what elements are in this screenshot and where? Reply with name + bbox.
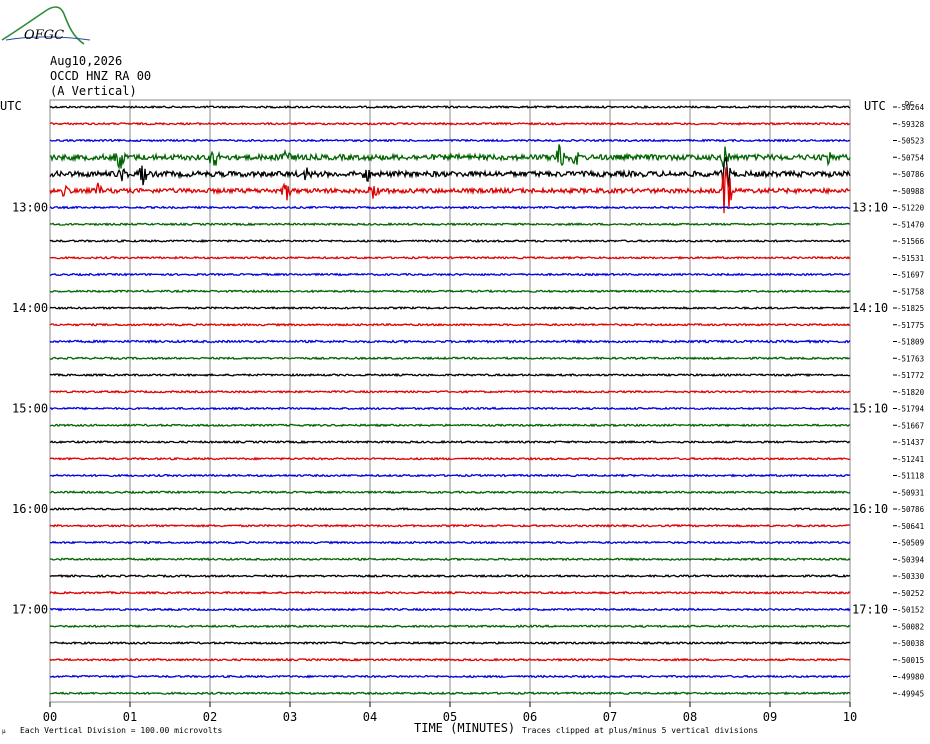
dc-offset-6: -51220 xyxy=(897,204,925,213)
x-tick-07: 07 xyxy=(603,710,617,724)
right-hour-label-0: 13:10 xyxy=(852,201,888,215)
header-date: Aug10,2026 xyxy=(50,54,122,68)
dc-offset-24: -50786 xyxy=(897,505,925,514)
x-tick-00: 00 xyxy=(43,710,57,724)
dc-offset-9: -51531 xyxy=(897,254,924,263)
trace-row-15 xyxy=(49,356,851,361)
header-component: (A Vertical) xyxy=(50,84,137,98)
dc-offset-34: -49980 xyxy=(897,673,925,682)
dc-offset-12: -51825 xyxy=(897,304,924,313)
dc-offset-25: -50641 xyxy=(897,522,924,531)
header-station: OCCD HNZ RA 00 xyxy=(50,69,151,83)
left-hour-labels: 13:00 14:00 15:00 16:00 17:00 xyxy=(12,201,48,617)
dc-offset-7: -51470 xyxy=(897,220,925,229)
right-hour-label-2: 15:10 xyxy=(852,402,888,416)
dc-offset-2: -50523 xyxy=(897,137,924,146)
dc-offset-26: -50509 xyxy=(897,539,924,548)
x-tick-03: 03 xyxy=(283,710,297,724)
dc-offset-14: -51809 xyxy=(897,338,924,347)
helicorder-chart: OFGC Aug10,2026 OCCD HNZ RA 00 (A Vertic… xyxy=(0,6,925,735)
ofgc-logo: OFGC xyxy=(1,6,91,45)
dc-offset-17: -51820 xyxy=(897,388,925,397)
dc-offset-10: -51697 xyxy=(897,271,924,280)
dc-offset-11: -51758 xyxy=(897,287,925,296)
dc-offset-30: -50152 xyxy=(897,606,924,615)
trace-row-8 xyxy=(49,238,851,244)
dc-offset-16: -51772 xyxy=(897,371,924,380)
left-hour-label-0: 13:00 xyxy=(12,201,48,215)
dc-offset-33: -50015 xyxy=(897,656,924,665)
trace-row-6 xyxy=(49,205,851,210)
dc-offset-20: -51437 xyxy=(897,438,924,447)
logo-text: OFGC xyxy=(24,28,64,43)
dc-offset-31: -50082 xyxy=(897,622,924,631)
dc-offset-3: -50754 xyxy=(897,153,925,162)
dc-offset-21: -51241 xyxy=(897,455,924,464)
dc-offset-5: -50988 xyxy=(897,187,925,196)
x-tick-09: 09 xyxy=(763,710,777,724)
x-tick-02: 02 xyxy=(203,710,217,724)
x-tick-10: 10 xyxy=(843,710,857,724)
right-hour-label-3: 16:10 xyxy=(852,502,888,516)
dc-offset-0: -50264 xyxy=(897,103,925,112)
dc-offset-1: -59328 xyxy=(897,120,925,129)
dc-offset-35: -49945 xyxy=(897,689,924,698)
right-hour-label-1: 14:10 xyxy=(852,301,888,315)
scale-note: Each Vertical Division = 100.00 microvol… xyxy=(20,726,222,735)
right-hour-label-4: 17:10 xyxy=(852,603,888,617)
dc-offset-8: -51566 xyxy=(897,237,925,246)
footer-small-mark: μ xyxy=(2,728,6,735)
left-hour-label-2: 15:00 xyxy=(12,402,48,416)
left-hour-label-3: 16:00 xyxy=(12,502,48,516)
right-hour-labels: 13:10 14:10 15:10 16:10 17:10 xyxy=(852,201,888,617)
x-tick-06: 06 xyxy=(523,710,537,724)
dc-offset-32: -50038 xyxy=(897,639,925,648)
left-hour-label-1: 14:00 xyxy=(12,301,48,315)
left-timezone-label: UTC xyxy=(0,99,22,113)
dc-offset-4: -50786 xyxy=(897,170,925,179)
dc-offset-29: -50252 xyxy=(897,589,924,598)
trace-row-25 xyxy=(49,523,851,528)
left-hour-label-4: 17:00 xyxy=(12,603,48,617)
trace-row-23 xyxy=(49,490,851,495)
dc-offset-28: -50330 xyxy=(897,572,925,581)
trace-row-28 xyxy=(49,573,851,579)
dc-offset-23: -50931 xyxy=(897,488,924,497)
dc-offset-13: -51775 xyxy=(897,321,924,330)
dc-offset-18: -51794 xyxy=(897,405,925,414)
x-axis-title: TIME (MINUTES) xyxy=(414,721,515,735)
dc-offset-19: -51667 xyxy=(897,421,924,430)
dc-offset-22: -51118 xyxy=(897,472,925,481)
x-tick-08: 08 xyxy=(683,710,697,724)
dc-offset-27: -50394 xyxy=(897,555,925,564)
dc-offset-labels: -50264 -59328 -50523 -50754 -50786 -50988 -512… xyxy=(893,103,925,698)
trace-row-27 xyxy=(49,557,851,562)
x-tick-01: 01 xyxy=(123,710,137,724)
clip-note: Traces clipped at plus/minus 5 vertical … xyxy=(522,726,758,735)
right-timezone-label: UTC xyxy=(864,99,886,113)
trace-row-18 xyxy=(49,406,851,411)
dc-offset-15: -51763 xyxy=(897,354,924,363)
x-tick-04: 04 xyxy=(363,710,377,724)
